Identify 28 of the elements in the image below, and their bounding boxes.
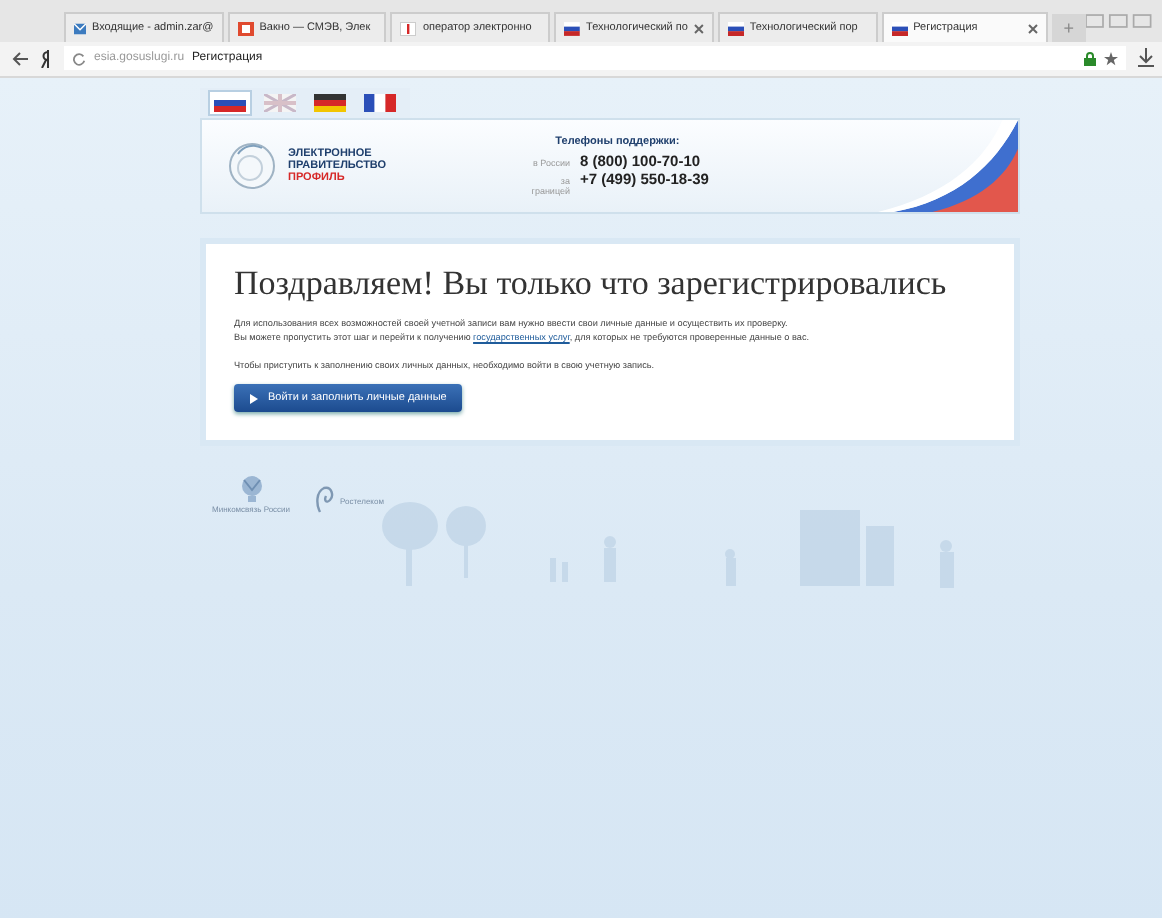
flag-icon	[314, 94, 346, 112]
lock-icon	[1084, 51, 1096, 65]
close-icon[interactable]	[693, 23, 704, 33]
ear-logo-icon	[314, 486, 335, 515]
flag-swoosh-drawing	[878, 120, 1018, 212]
flag-icon	[214, 94, 246, 112]
language-button[interactable]	[360, 92, 400, 114]
yandex-logo-icon[interactable]	[40, 49, 52, 67]
download-icon[interactable]	[1138, 48, 1154, 68]
close-icon[interactable]	[1027, 23, 1038, 33]
back-icon[interactable]	[12, 51, 28, 65]
square-logo-icon	[237, 21, 254, 35]
envelope-icon	[74, 21, 87, 35]
emblem-icon	[237, 474, 265, 503]
flag-icon	[727, 21, 744, 35]
card-heading: Поздравляем! Вы только что зарегистрировались	[234, 264, 949, 304]
window-controls-icon	[1085, 12, 1154, 30]
flag-icon	[564, 21, 581, 35]
flag-icon	[891, 21, 908, 35]
language-button[interactable]	[210, 92, 250, 114]
reload-icon[interactable]	[72, 51, 86, 65]
info-icon	[400, 21, 417, 35]
flag-icon	[264, 94, 296, 112]
flag-icon	[364, 94, 396, 112]
logo-icon	[226, 140, 278, 192]
language-button[interactable]	[310, 92, 350, 114]
bookmark-star-icon[interactable]	[1104, 51, 1118, 65]
play-icon	[250, 393, 258, 404]
